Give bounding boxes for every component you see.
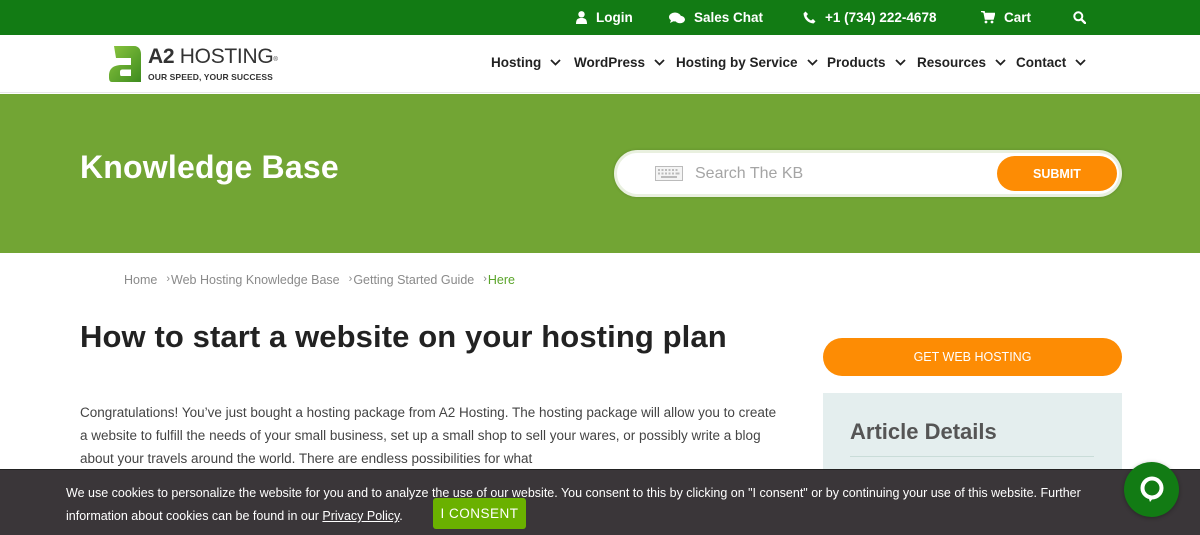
breadcrumb-separator: ›: [166, 273, 171, 285]
cookie-consent-bar: We use cookies to personalize the websit…: [0, 469, 1200, 535]
chevron-down-icon: [995, 59, 1006, 66]
submit-button[interactable]: SUBMIT: [997, 156, 1117, 191]
i-consent-button[interactable]: I CONSENT: [433, 498, 526, 529]
login-label: Login: [596, 10, 633, 25]
kb-search-form: SUBMIT: [614, 150, 1122, 197]
breadcrumb-current: Here: [487, 273, 515, 287]
breadcrumb: Home › Web Hosting Knowledge Base › Gett…: [124, 273, 524, 287]
chevron-down-icon: [806, 59, 818, 66]
phone-number: +1 (734) 222-4678: [825, 10, 937, 25]
article-body: Congratulations! You’ve just bought a ho…: [80, 405, 777, 466]
nav-resources[interactable]: Resources: [917, 55, 1006, 70]
login-link[interactable]: Login: [576, 0, 633, 35]
search-button[interactable]: [1073, 0, 1095, 35]
user-icon: [576, 11, 587, 24]
a2-logo-mark-icon: [109, 46, 141, 82]
chat-icon: [1140, 476, 1163, 502]
chevron-down-icon: [894, 59, 906, 66]
privacy-policy-link[interactable]: Privacy Policy: [322, 509, 399, 523]
breadcrumb-web-hosting-kb[interactable]: Web Hosting Knowledge Base: [171, 273, 340, 287]
nav-products[interactable]: Products: [827, 55, 906, 70]
breadcrumb-home[interactable]: Home: [124, 273, 157, 287]
kb-search-input[interactable]: [695, 162, 985, 186]
logo-title: A2 HOSTING®: [148, 45, 278, 68]
nav-wordpress[interactable]: WordPress: [574, 55, 665, 70]
cart-link[interactable]: Cart: [981, 0, 1031, 35]
chevron-down-icon: [550, 59, 561, 66]
chevron-down-icon: [1075, 59, 1086, 66]
breadcrumb-separator: ›: [348, 273, 353, 285]
sales-chat-label: Sales Chat: [694, 10, 764, 25]
cart-icon: [981, 11, 995, 24]
main-header: A2 HOSTING® OUR SPEED, YOUR SUCCESS Host…: [0, 35, 1200, 93]
breadcrumb-getting-started[interactable]: Getting Started Guide: [353, 273, 474, 287]
sales-chat-link[interactable]: Sales Chat: [669, 0, 763, 35]
article-details-title: Article Details: [850, 419, 997, 444]
article-title: How to start a website on your hosting p…: [80, 319, 727, 354]
keyboard-icon[interactable]: [655, 166, 683, 181]
phone-icon: [803, 11, 816, 24]
hero-title: Knowledge Base: [80, 149, 339, 185]
phone-link[interactable]: +1 (734) 222-4678: [803, 0, 936, 35]
nav-hosting[interactable]: Hosting: [491, 55, 561, 70]
divider: [850, 456, 1094, 457]
cart-label: Cart: [1004, 10, 1032, 25]
search-icon: [1073, 11, 1086, 24]
top-utility-bar: Login Sales Chat +1 (734) 222-4678 Cart: [0, 0, 1200, 35]
breadcrumb-separator: ›: [483, 273, 487, 285]
cookie-text: We use cookies to personalize the websit…: [66, 486, 1081, 523]
knowledge-base-hero: Knowledge Base SUBMIT: [0, 94, 1200, 253]
nav-hosting-by-service[interactable]: Hosting by Service: [676, 55, 818, 70]
nav-contact[interactable]: Contact: [1016, 55, 1086, 70]
get-web-hosting-button[interactable]: GET WEB HOSTING: [823, 338, 1122, 376]
live-chat-button[interactable]: [1124, 462, 1179, 517]
logo[interactable]: A2 HOSTING® OUR SPEED, YOUR SUCCESS: [108, 43, 278, 85]
logo-tagline: OUR SPEED, YOUR SUCCESS: [148, 72, 273, 82]
chat-bubbles-icon: [669, 12, 685, 23]
chevron-down-icon: [654, 59, 665, 66]
